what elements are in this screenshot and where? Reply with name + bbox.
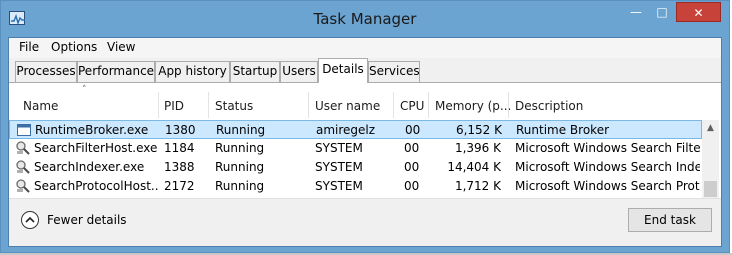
process-memory: 1,396 K (454, 141, 501, 155)
scroll-thumb[interactable] (704, 181, 717, 197)
sort-ascending-icon: ˄ (82, 85, 87, 95)
process-memory: 1,712 K (454, 179, 501, 193)
table-row[interactable]: SearchFilterHost.exe 1184 Running SYSTEM… (9, 139, 702, 158)
process-description: Microsoft Windows Search Prot... (515, 179, 700, 193)
column-header-name[interactable]: Name (23, 84, 58, 120)
maximize-icon: □ (656, 5, 668, 19)
process-description: Runtime Broker (516, 123, 610, 137)
process-status: Running (215, 141, 265, 155)
close-icon: ✕ (693, 6, 704, 20)
process-pid: 1388 (164, 160, 195, 174)
task-manager-window: Task Manager — □ ✕ File Options View Pro… (0, 0, 730, 253)
process-status: Running (215, 160, 265, 174)
process-user: SYSTEM (315, 141, 363, 155)
search-process-icon (16, 179, 30, 193)
process-name: SearchFilterHost.exe (34, 141, 158, 155)
process-description: Microsoft Windows Search Inde... (515, 160, 700, 174)
menu-options[interactable]: Options (51, 40, 97, 54)
process-description: Microsoft Windows Search Filter... (515, 141, 700, 155)
menu-file[interactable]: File (19, 40, 39, 54)
column-header-cpu[interactable]: CPU (400, 84, 424, 120)
process-pid: 1380 (165, 123, 196, 137)
close-button[interactable]: ✕ (676, 2, 721, 22)
column-header-status[interactable]: Status (215, 84, 253, 120)
fewer-details-label: Fewer details (47, 213, 127, 227)
process-name: SearchIndexer.exe (34, 160, 145, 174)
column-header-memory[interactable]: Memory (p... (435, 84, 511, 120)
tab-users[interactable]: Users (280, 61, 318, 82)
process-cpu: 00 (404, 179, 420, 193)
process-cpu: 00 (405, 123, 421, 137)
tab-details[interactable]: Details (318, 58, 368, 83)
column-divider[interactable] (158, 92, 159, 118)
fewer-details-button[interactable]: Fewer details (21, 210, 127, 232)
tab-processes[interactable]: Processes (15, 61, 77, 82)
minimize-button[interactable]: — (623, 2, 649, 22)
table-row[interactable]: SearchProtocolHost.... 2172 Running SYST… (9, 177, 702, 196)
window-title: Task Manager (313, 10, 417, 28)
details-table: ˄ Name PID Status User name CPU Memory (… (9, 84, 721, 226)
tab-app-history[interactable]: App history (155, 61, 230, 82)
process-status: Running (215, 179, 265, 193)
process-name: SearchProtocolHost.... (34, 179, 158, 193)
column-header-description[interactable]: Description (515, 84, 583, 120)
process-status: Running (216, 123, 266, 137)
column-header-pid[interactable]: PID (164, 84, 184, 120)
minimize-icon: — (630, 5, 642, 19)
tab-services[interactable]: Services (368, 61, 420, 82)
search-process-icon (16, 160, 30, 174)
maximize-button[interactable]: □ (649, 2, 675, 22)
process-name: RuntimeBroker.exe (35, 123, 149, 137)
chevron-up-icon (21, 211, 39, 229)
column-divider[interactable] (508, 92, 509, 118)
process-user: amiregelz (316, 123, 376, 137)
process-cpu: 00 (404, 141, 420, 155)
process-pid: 1184 (164, 141, 195, 155)
end-task-button[interactable]: End task (628, 208, 712, 232)
table-row[interactable]: RuntimeBroker.exe 1380 Running amiregelz… (9, 120, 702, 139)
table-row[interactable]: SearchIndexer.exe 1388 Running SYSTEM 00… (9, 158, 702, 177)
menu-view[interactable]: View (107, 40, 135, 54)
process-memory: 6,152 K (455, 123, 502, 137)
scroll-up-icon[interactable]: ▲ (702, 120, 719, 137)
app-window-icon (17, 124, 31, 136)
process-user: SYSTEM (315, 179, 363, 193)
search-process-icon (16, 141, 30, 155)
client-area: File Options View Processes Performance … (8, 37, 722, 247)
title-bar[interactable]: Task Manager — □ ✕ (1, 1, 729, 37)
column-divider[interactable] (393, 92, 394, 118)
tab-performance[interactable]: Performance (77, 61, 155, 82)
process-memory: 14,404 K (447, 160, 501, 174)
column-divider[interactable] (208, 92, 209, 118)
column-divider[interactable] (308, 92, 309, 118)
column-header-user-name[interactable]: User name (315, 84, 380, 120)
process-pid: 2172 (164, 179, 195, 193)
tab-bar: Processes Performance App history Startu… (9, 58, 721, 83)
menu-bar: File Options View (9, 38, 721, 58)
process-user: SYSTEM (315, 160, 363, 174)
tab-startup[interactable]: Startup (230, 61, 280, 82)
process-cpu: 00 (404, 160, 420, 174)
column-divider[interactable] (428, 92, 429, 118)
footer-bar: Fewer details End task (9, 198, 721, 246)
